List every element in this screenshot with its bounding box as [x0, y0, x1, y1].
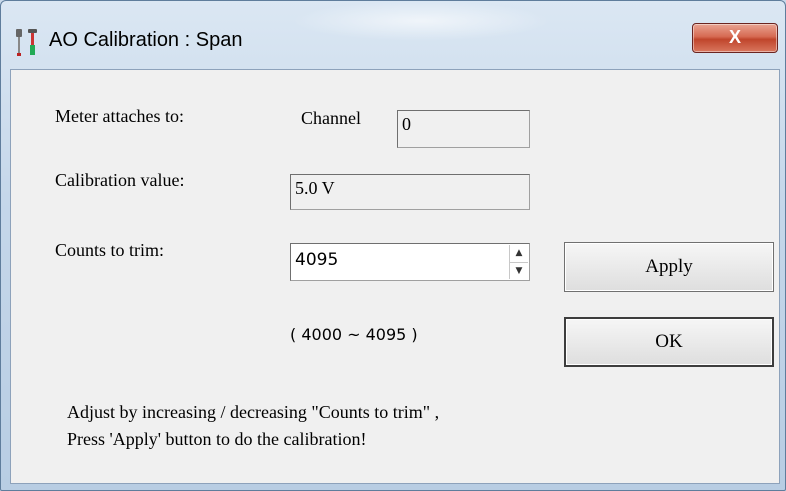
instruction-line-2: Press 'Apply' button to do the calibrati…: [67, 429, 367, 449]
dialog-window: AO Calibration : Span X Meter attaches t…: [0, 0, 786, 491]
spin-up-button[interactable]: ▲: [510, 245, 528, 263]
channel-field: 0: [397, 110, 530, 148]
spin-down-button[interactable]: ▼: [510, 263, 528, 280]
title-glow: [291, 1, 551, 41]
counts-to-trim-label: Counts to trim:: [55, 240, 165, 260]
apply-button[interactable]: Apply: [564, 242, 774, 292]
channel-label: Channel: [301, 108, 361, 128]
instruction-line-1: Adjust by increasing / decreasing "Count…: [67, 402, 440, 422]
counts-to-trim-input[interactable]: 4095 ▲ ▼: [290, 243, 530, 281]
calibration-value-label: Calibration value:: [55, 170, 185, 190]
tools-icon: [16, 29, 37, 56]
close-button[interactable]: X: [692, 23, 778, 53]
counts-range-hint: ( 4000 ~ 4095 ): [290, 325, 418, 344]
dialog-client-area: Meter attaches to: Channel 0 Calibration…: [10, 69, 780, 484]
window-title: AO Calibration : Span: [49, 29, 243, 51]
meter-label: Meter attaches to:: [55, 106, 184, 126]
calibration-value-field: 5.0 V: [290, 174, 530, 210]
counts-to-trim-value: 4095: [295, 250, 339, 270]
ok-button[interactable]: OK: [564, 317, 774, 367]
counts-spinner: ▲ ▼: [509, 245, 528, 279]
title-bar[interactable]: AO Calibration : Span X: [1, 1, 785, 69]
